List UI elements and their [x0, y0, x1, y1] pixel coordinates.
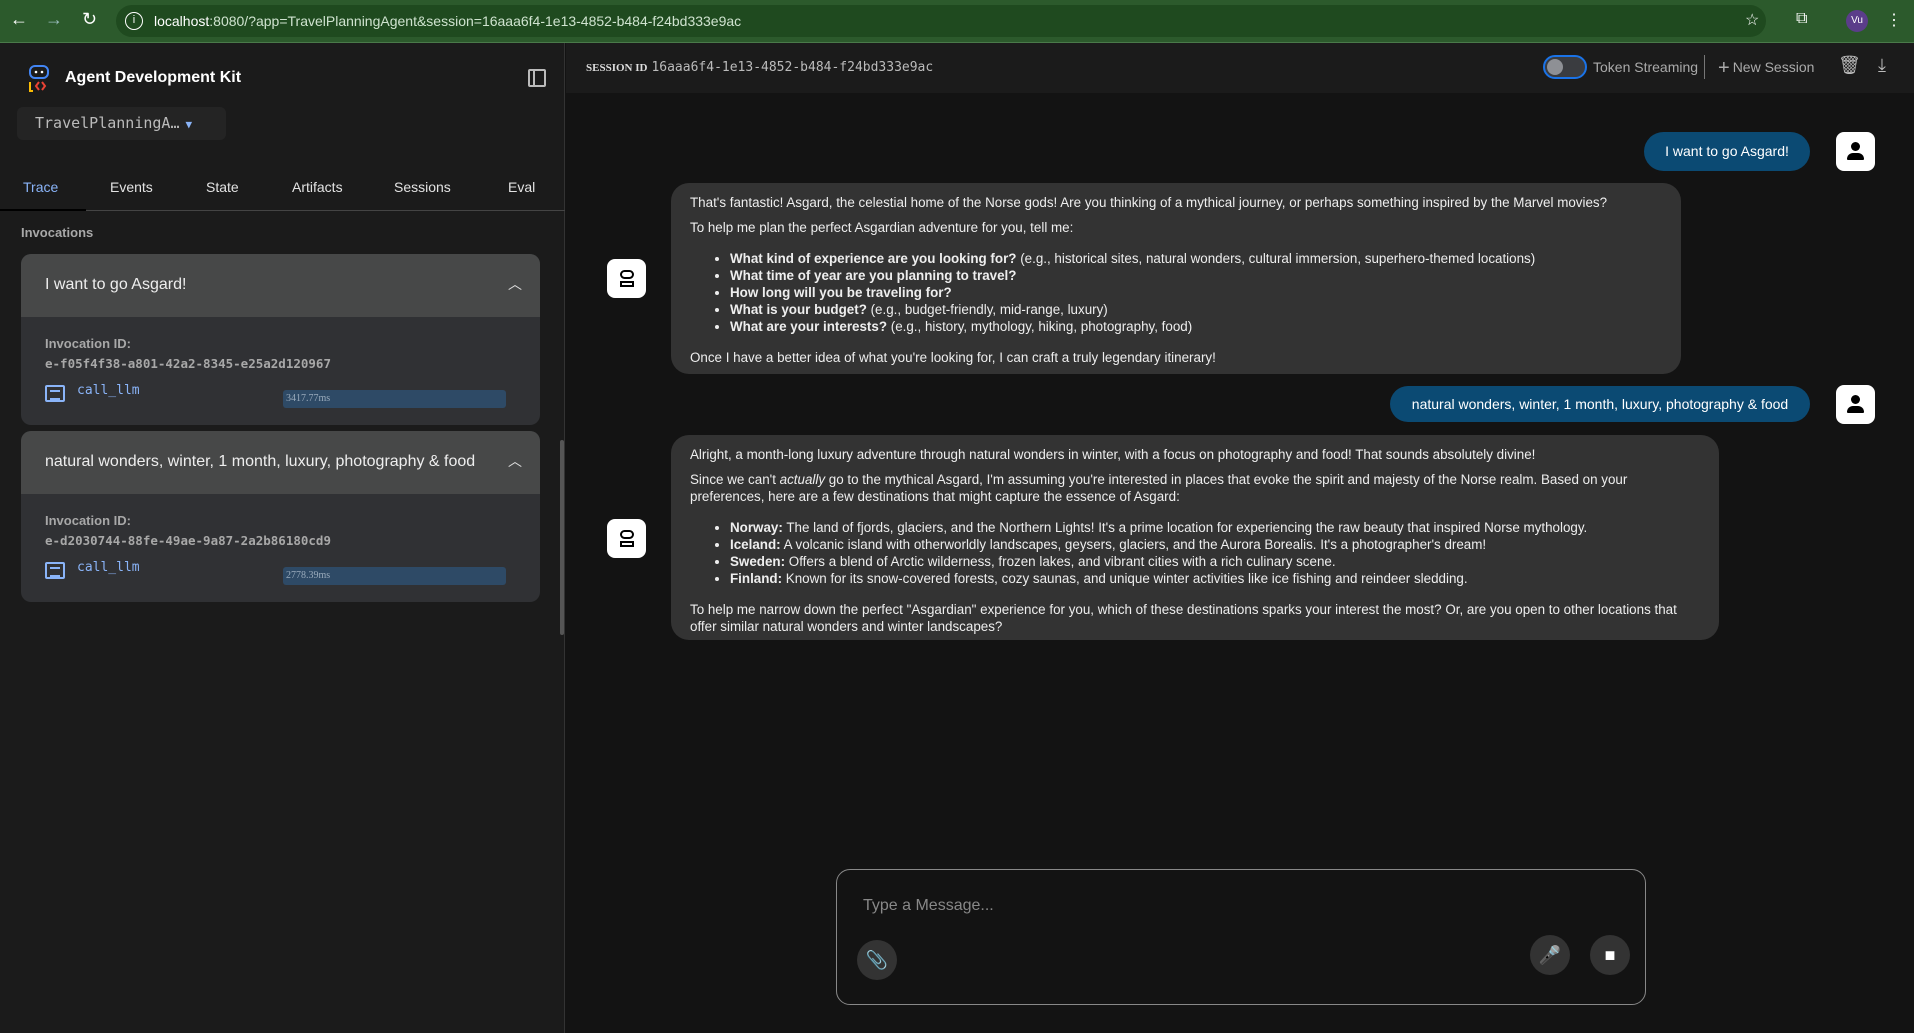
tab-state[interactable]: State [206, 179, 239, 195]
span-duration-bar[interactable]: 3417.77ms [283, 390, 506, 408]
bot-message: Alright, a month-long luxury adventure t… [671, 435, 1719, 640]
span-name[interactable]: call_llm [77, 383, 140, 398]
chevron-up-icon[interactable]: ︿ [508, 451, 522, 471]
token-streaming-toggle[interactable] [1543, 55, 1587, 79]
user-message: I want to go Asgard! [1644, 132, 1810, 171]
user-avatar-icon [1836, 132, 1875, 171]
bot-avatar-icon [607, 259, 646, 298]
reload-icon[interactable]: ↻ [82, 9, 97, 30]
chevron-up-icon[interactable]: ︿ [508, 274, 522, 294]
message-icon [45, 385, 65, 402]
sidebar-tabs: Trace Events State Artifacts Sessions Ev… [0, 169, 565, 211]
message-input[interactable]: Type a Message... 📎 🎤 ■ [836, 869, 1646, 1005]
profile-avatar[interactable]: Vu [1846, 10, 1868, 32]
collapse-sidebar-icon[interactable] [528, 69, 546, 87]
bookmark-star-icon[interactable]: ☆ [1745, 10, 1759, 30]
microphone-button[interactable]: 🎤 [1530, 935, 1570, 975]
invocation-id: e-d2030744-88fe-49ae-9a87-2a2b86180cd9 [45, 533, 331, 548]
tab-artifacts[interactable]: Artifacts [292, 179, 343, 195]
bot-avatar-icon [607, 519, 646, 558]
session-id: SESSION ID 16aaa6f4-1e13-4852-b484-f24bd3… [586, 60, 934, 75]
tab-trace[interactable]: Trace [23, 179, 58, 195]
list-item: What are your interests? (e.g., history,… [730, 318, 1662, 335]
menu-icon[interactable]: ⋮ [1886, 10, 1902, 30]
invocation-card: natural wonders, winter, 1 month, luxury… [21, 431, 540, 602]
attach-file-button[interactable]: 📎 [857, 940, 897, 980]
bot-message: That's fantastic! Asgard, the celestial … [671, 183, 1681, 374]
user-avatar-icon [1836, 385, 1875, 424]
app-title: Agent Development Kit [65, 69, 242, 86]
active-tab-indicator [0, 209, 86, 211]
list-item: How long will you be traveling for? [730, 284, 1662, 301]
delete-icon[interactable]: 🗑 [1838, 55, 1861, 76]
token-streaming-label: Token Streaming [1593, 59, 1699, 75]
span-name[interactable]: call_llm [77, 560, 140, 575]
invocation-header[interactable]: I want to go Asgard! ︿ [21, 254, 540, 317]
sidebar-scrollbar[interactable] [560, 440, 564, 635]
plus-icon: + [1718, 57, 1730, 79]
invocations-heading: Invocations [21, 225, 94, 240]
list-item: Finland: Known for its snow-covered fore… [730, 570, 1700, 587]
invocation-id: e-f05f4f38-a801-42a2-8345-e25a2d120967 [45, 356, 331, 371]
new-session-button[interactable]: + New Session [1718, 57, 1814, 80]
tab-eval[interactable]: Eval [508, 179, 535, 195]
adk-logo-icon [29, 65, 49, 92]
invocation-id-label: Invocation ID: [45, 336, 131, 351]
divider [1704, 55, 1705, 79]
dropdown-arrow-icon: ▼ [185, 118, 193, 131]
address-bar[interactable]: i localhost:8080/?app=TravelPlanningAgen… [116, 5, 1766, 37]
back-icon[interactable]: ← [10, 9, 28, 30]
span-duration-bar[interactable]: 2778.39ms [283, 567, 506, 585]
list-item: What is your budget? (e.g., budget-frien… [730, 301, 1662, 318]
message-icon [45, 562, 65, 579]
list-item: Sweden: Offers a blend of Arctic wildern… [730, 553, 1700, 570]
browser-toolbar: ← → ↻ i localhost:8080/?app=TravelPlanni… [0, 0, 1914, 43]
tab-sessions[interactable]: Sessions [394, 179, 451, 195]
message-placeholder: Type a Message... [863, 897, 994, 914]
download-icon[interactable]: ⤓ [1878, 55, 1886, 76]
extensions-icon[interactable]: ⧉ [1796, 10, 1807, 28]
sidebar: Agent Development Kit TravelPlanningA… ▼ … [0, 43, 565, 1033]
forward-icon[interactable]: → [45, 9, 63, 30]
list-item: What time of year are you planning to tr… [730, 267, 1662, 284]
chat-panel: SESSION ID 16aaa6f4-1e13-4852-b484-f24bd3… [566, 43, 1914, 1033]
list-item: Iceland: A volcanic island with otherwor… [730, 536, 1700, 553]
video-camera-button[interactable]: ■ [1590, 935, 1630, 975]
app-select[interactable]: TravelPlanningA… ▼ [17, 107, 226, 140]
list-item: Norway: The land of fjords, glaciers, an… [730, 519, 1700, 536]
invocation-card: I want to go Asgard! ︿ Invocation ID: e-f… [21, 254, 540, 425]
user-message: natural wonders, winter, 1 month, luxury… [1390, 386, 1810, 422]
invocation-id-label: Invocation ID: [45, 513, 131, 528]
tab-events[interactable]: Events [110, 179, 153, 195]
invocation-header[interactable]: natural wonders, winter, 1 month, luxury… [21, 431, 540, 494]
site-info-icon[interactable]: i [125, 12, 143, 30]
list-item: What kind of experience are you looking … [730, 250, 1662, 267]
session-header: SESSION ID 16aaa6f4-1e13-4852-b484-f24bd3… [566, 43, 1914, 93]
